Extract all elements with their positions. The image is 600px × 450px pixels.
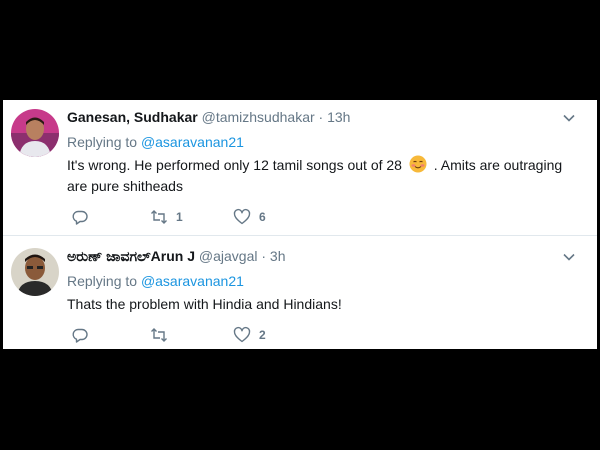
reply-icon <box>72 210 88 225</box>
mention-link[interactable]: @asaravanan21 <box>141 273 244 289</box>
reply-button[interactable] <box>71 325 97 345</box>
tweet-text: Thats the problem with Hindia and Hindia… <box>67 296 342 312</box>
avatar[interactable] <box>11 109 59 157</box>
tweet-text: It's wrong. He performed only 12 tamil s… <box>67 155 567 197</box>
heart-icon <box>233 208 251 225</box>
like-count: 6 <box>259 210 266 224</box>
chevron-down-icon[interactable] <box>561 110 577 126</box>
reply-icon <box>72 328 88 343</box>
heart-icon <box>233 326 251 343</box>
user-handle[interactable]: @tamizhsudhakar <box>202 109 315 125</box>
tweet-header: Ganesan, Sudhakar @tamizhsudhakar · 13h <box>67 109 350 125</box>
retweet-count: 1 <box>176 210 183 224</box>
timestamp[interactable]: 3h <box>270 248 286 264</box>
replies-panel: Ganesan, Sudhakar @tamizhsudhakar · 13h … <box>3 100 597 349</box>
replying-to-label: Replying to <box>67 134 141 150</box>
like-button[interactable]: 6 <box>233 207 266 227</box>
retweet-icon <box>151 328 167 342</box>
replying-to: Replying to @asaravanan21 <box>67 134 244 150</box>
replying-to-label: Replying to <box>67 273 141 289</box>
tweet-header: ಅರುಣ್ ಜಾವಗಲ್Arun J @ajavgal · 3h <box>67 248 286 265</box>
separator: · <box>318 109 324 125</box>
mention-link[interactable]: @asaravanan21 <box>141 134 244 150</box>
avatar[interactable] <box>11 248 59 296</box>
tweet[interactable]: Ganesan, Sudhakar @tamizhsudhakar · 13h … <box>3 100 597 236</box>
smiling-face-with-blush-icon <box>409 155 427 173</box>
like-count: 2 <box>259 328 266 342</box>
replying-to: Replying to @asaravanan21 <box>67 273 244 289</box>
display-name[interactable]: Ganesan, Sudhakar <box>67 109 198 125</box>
tweet-text-part: It's wrong. He performed only 12 tamil s… <box>67 157 402 173</box>
reply-button[interactable] <box>71 207 97 227</box>
like-button[interactable]: 2 <box>233 325 266 345</box>
retweet-button[interactable]: 1 <box>150 207 183 227</box>
retweet-button[interactable] <box>150 325 176 345</box>
user-handle[interactable]: @ajavgal <box>199 248 258 264</box>
display-name[interactable]: ಅರುಣ್ ಜಾವಗಲ್Arun J <box>67 248 195 264</box>
timestamp[interactable]: 13h <box>327 109 350 125</box>
tweet[interactable]: ಅರುಣ್ ಜಾವಗಲ್Arun J @ajavgal · 3h Replyin… <box>3 236 597 349</box>
chevron-down-icon[interactable] <box>561 249 577 265</box>
separator: · <box>261 248 267 264</box>
retweet-icon <box>151 210 167 224</box>
